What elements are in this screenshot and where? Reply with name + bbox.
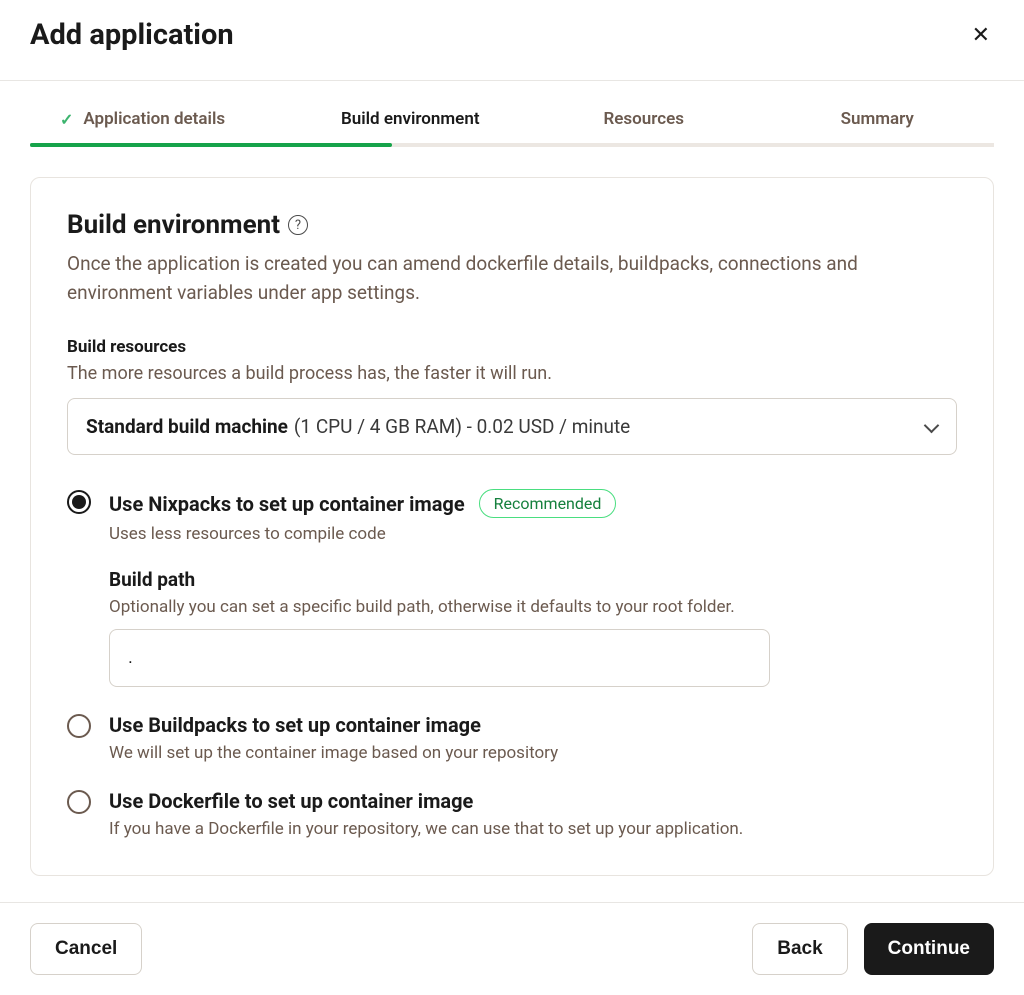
check-icon: ✓ — [60, 110, 73, 129]
chevron-down-icon — [924, 420, 938, 434]
step-label: Resources — [603, 109, 684, 129]
close-icon: ✕ — [972, 22, 990, 47]
radio-desc: Uses less resources to compile code — [109, 524, 957, 544]
build-path-section: Build path Optionally you can set a spec… — [109, 568, 957, 687]
radio-dockerfile[interactable] — [67, 790, 91, 814]
step-application-details[interactable]: ✓ Application details — [30, 109, 294, 143]
step-label: Summary — [841, 109, 914, 129]
modal-title: Add application — [30, 18, 234, 52]
radio-nixpacks[interactable] — [67, 490, 91, 514]
radio-title: Use Buildpacks to set up container image — [109, 713, 481, 737]
build-resources-desc: The more resources a build process has, … — [67, 363, 957, 384]
radio-content: Use Nixpacks to set up container image R… — [109, 489, 957, 687]
radio-title-row: Use Dockerfile to set up container image — [109, 789, 957, 813]
radio-content: Use Buildpacks to set up container image… — [109, 713, 957, 763]
radio-title: Use Dockerfile to set up container image — [109, 789, 473, 813]
build-resources-label: Build resources — [67, 337, 957, 357]
select-label: Standard build machine (1 CPU / 4 GB RAM… — [86, 415, 630, 438]
radio-desc: We will set up the container image based… — [109, 743, 957, 763]
build-method-radio-group: Use Nixpacks to set up container image R… — [67, 489, 957, 839]
build-path-desc: Optionally you can set a specific build … — [109, 597, 957, 617]
build-path-input[interactable] — [109, 629, 770, 687]
section-description: Once the application is created you can … — [67, 250, 957, 307]
step-label: Build environment — [341, 109, 480, 129]
close-button[interactable]: ✕ — [968, 20, 994, 50]
step-build-environment[interactable]: Build environment — [294, 109, 528, 143]
footer-right: Back Continue — [752, 923, 994, 975]
back-button[interactable]: Back — [752, 923, 847, 975]
continue-button[interactable]: Continue — [864, 923, 994, 975]
radio-title: Use Nixpacks to set up container image — [109, 492, 465, 516]
radio-option-dockerfile: Use Dockerfile to set up container image… — [67, 789, 957, 839]
machine-detail: (1 CPU / 4 GB RAM) - 0.02 USD / minute — [294, 415, 630, 438]
build-path-label: Build path — [109, 568, 957, 591]
build-machine-select[interactable]: Standard build machine (1 CPU / 4 GB RAM… — [67, 398, 957, 455]
radio-option-buildpacks: Use Buildpacks to set up container image… — [67, 713, 957, 763]
section-title-row: Build environment ? — [67, 210, 957, 240]
radio-option-nixpacks: Use Nixpacks to set up container image R… — [67, 489, 957, 687]
stepper-progress-bar — [30, 143, 392, 147]
build-environment-card: Build environment ? Once the application… — [30, 177, 994, 876]
radio-title-row: Use Buildpacks to set up container image — [109, 713, 957, 737]
step-resources[interactable]: Resources — [527, 109, 761, 143]
step-summary[interactable]: Summary — [761, 109, 995, 143]
modal-header: Add application ✕ — [0, 0, 1024, 81]
radio-title-row: Use Nixpacks to set up container image R… — [109, 489, 957, 518]
radio-desc: If you have a Dockerfile in your reposit… — [109, 819, 957, 839]
machine-name: Standard build machine — [86, 415, 288, 438]
step-label: Application details — [83, 109, 225, 129]
modal-footer: Cancel Back Continue — [0, 902, 1024, 995]
stepper: ✓ Application details Build environment … — [30, 109, 994, 147]
recommended-badge: Recommended — [479, 489, 617, 518]
cancel-button[interactable]: Cancel — [30, 923, 142, 975]
section-title: Build environment — [67, 210, 280, 240]
radio-buildpacks[interactable] — [67, 714, 91, 738]
radio-content: Use Dockerfile to set up container image… — [109, 789, 957, 839]
help-icon[interactable]: ? — [288, 215, 308, 235]
